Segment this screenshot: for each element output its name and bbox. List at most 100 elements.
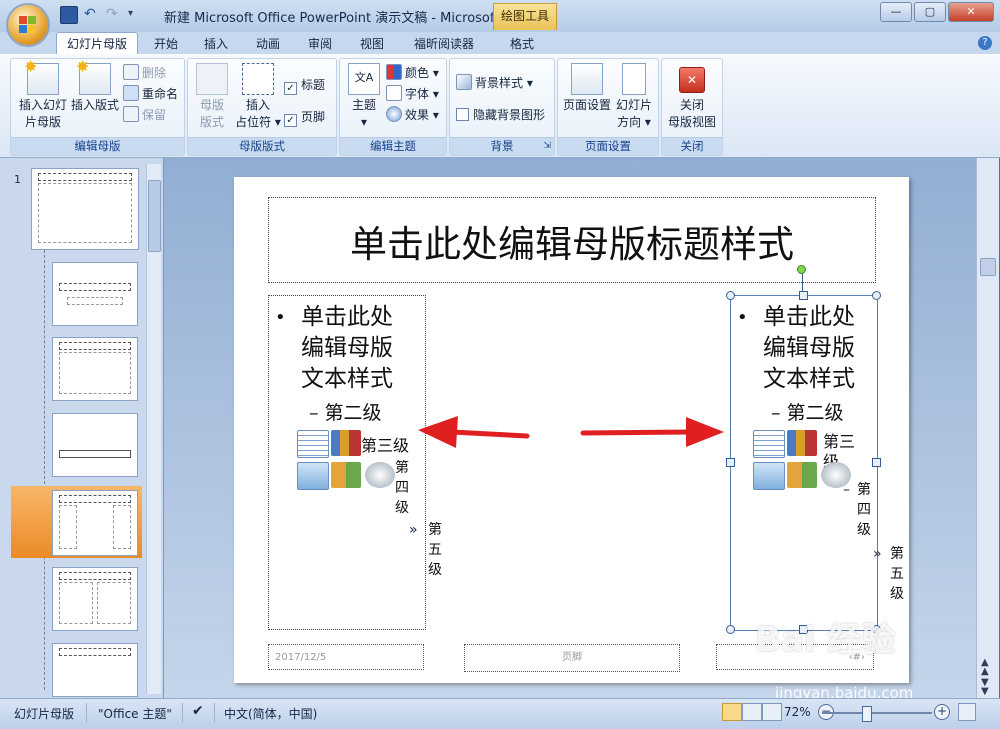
tab-format[interactable]: 格式: [500, 34, 544, 54]
level1-line: 单击此处: [301, 304, 393, 330]
insert-picture-icon[interactable]: [297, 462, 329, 490]
thumbnail-scrollbar-thumb[interactable]: [148, 180, 161, 252]
close-master-view-icon: ✕: [679, 67, 705, 93]
page-setup-button[interactable]: 页面设置: [562, 63, 612, 114]
layout-thumbnail[interactable]: [52, 413, 138, 477]
insert-media-icon[interactable]: [365, 462, 395, 488]
canvas-scrollbar[interactable]: ▲ ▲ ▼ ▼: [976, 158, 999, 698]
master-layout-label-1: 母版: [199, 98, 224, 112]
resize-handle-ne[interactable]: [872, 291, 881, 300]
zoom-slider-knob[interactable]: [862, 706, 872, 722]
insert-picture-icon[interactable]: [753, 462, 785, 490]
redo-icon[interactable]: ↷: [106, 6, 122, 22]
resize-handle-e[interactable]: [872, 458, 881, 467]
level5-text: 第 五 级: [426, 520, 444, 580]
rename-button[interactable]: 重命名: [123, 84, 178, 104]
bullet-icon: •: [737, 307, 748, 328]
next-slide-icon[interactable]: ▼ ▼: [981, 678, 989, 697]
master-thumbnail[interactable]: [31, 168, 139, 250]
slide-orientation-button[interactable]: 幻灯片 方向 ▾: [612, 63, 656, 131]
undo-icon[interactable]: ↶: [84, 6, 100, 22]
close-master-view-label-2: 母版视图: [667, 115, 716, 129]
slide-sorter-view-button[interactable]: [742, 703, 762, 721]
footer-checkbox[interactable]: ✓ 页脚: [284, 107, 325, 127]
slide-layout[interactable]: 单击此处编辑母版标题样式 • 单击此处 编辑母版 文本样式 – 第二级 第三级 …: [234, 177, 909, 683]
layout-thumbnail-selected[interactable]: [52, 490, 138, 556]
tab-view[interactable]: 视图: [352, 34, 392, 54]
slideshow-view-button[interactable]: [762, 703, 782, 721]
tab-foxit-reader[interactable]: 福昕阅读器: [404, 34, 484, 54]
resize-handle-sw[interactable]: [726, 625, 735, 634]
left-content-placeholder[interactable]: • 单击此处 编辑母版 文本样式 – 第二级 第三级 第 四 级 » 第 五 级: [268, 295, 442, 630]
tab-animations[interactable]: 动画: [248, 34, 288, 54]
help-icon[interactable]: ?: [978, 36, 992, 50]
layout-thumbnail[interactable]: [52, 567, 138, 631]
zoom-in-icon[interactable]: +: [934, 704, 950, 720]
status-view-name: 幻灯片母版: [14, 707, 75, 721]
theme-button[interactable]: 文A 主题 ▾: [344, 63, 384, 131]
resize-handle-nw[interactable]: [726, 291, 735, 300]
title-bar: ↶ ↷ ▾ 新建 Microsoft Office PowerPoint 演示文…: [0, 0, 1000, 32]
layout-thumbnail[interactable]: [52, 643, 138, 697]
insert-slide-master-label-2: 片母版: [24, 115, 61, 129]
layout-thumbnail[interactable]: [52, 337, 138, 401]
customize-qat-icon[interactable]: ▾: [128, 6, 144, 22]
master-layout-button[interactable]: 母版 版式: [192, 63, 232, 131]
office-button[interactable]: [8, 5, 48, 45]
insert-placeholder-button[interactable]: 插入 占位符 ▾: [232, 63, 284, 131]
minimize-button[interactable]: —: [880, 2, 912, 22]
close-master-view-button[interactable]: ✕ 关闭 母版视图: [664, 63, 720, 131]
tab-home[interactable]: 开始: [146, 34, 186, 54]
rotate-handle[interactable]: [797, 265, 806, 274]
rotate-handle-stem: [802, 273, 803, 291]
fonts-button[interactable]: 字体 ▾: [386, 84, 439, 104]
insert-chart-icon[interactable]: [787, 430, 817, 456]
zoom-slider-track[interactable]: [822, 712, 932, 714]
ribbon-tabs: 幻灯片母版 开始 插入 动画 审阅 视图 福昕阅读器 格式: [0, 32, 1000, 55]
insert-clipart-icon[interactable]: [787, 462, 817, 488]
background-styles-button[interactable]: 背景样式 ▾: [456, 73, 533, 93]
tab-review[interactable]: 审阅: [300, 34, 340, 54]
title-checkbox[interactable]: ✓ 标题: [284, 75, 325, 95]
insert-slide-master-button[interactable]: ✸ 插入幻灯 片母版: [15, 58, 71, 131]
spell-check-icon[interactable]: ✔: [192, 703, 204, 719]
insert-table-icon[interactable]: [297, 430, 329, 458]
thumbnail-scrollbar[interactable]: [146, 164, 161, 694]
date-placeholder[interactable]: 2017/12/5: [268, 644, 424, 670]
slide-orientation-label-1: 幻灯片: [615, 98, 652, 112]
title-check-icon: ✓: [284, 82, 297, 95]
preserve-button[interactable]: 保留: [123, 105, 166, 125]
save-icon[interactable]: [60, 6, 78, 24]
colors-button[interactable]: 颜色 ▾: [386, 63, 439, 83]
resize-handle-n[interactable]: [799, 291, 808, 300]
close-window-button[interactable]: ✕: [948, 2, 994, 22]
canvas-scrollbar-thumb[interactable]: [980, 258, 996, 276]
insert-table-icon[interactable]: [753, 430, 785, 458]
footer-placeholder[interactable]: 页脚: [464, 644, 680, 672]
background-dialog-launcher-icon[interactable]: ⇲: [543, 138, 551, 155]
prev-slide-icon[interactable]: ▲ ▲: [981, 658, 989, 677]
fit-to-window-icon[interactable]: [958, 703, 976, 721]
thumb-body-ph: [67, 297, 123, 305]
group-master-layout: 母版 版式 插入 占位符 ▾ ✓ 标题 ✓ 页脚 母版版式: [187, 58, 337, 156]
status-language[interactable]: 中文(简体，中国): [224, 705, 317, 722]
insert-clipart-icon[interactable]: [331, 462, 361, 488]
normal-view-button[interactable]: [722, 703, 742, 721]
level1-text: • 单击此处 编辑母版 文本样式: [275, 302, 393, 395]
effects-button[interactable]: 效果 ▾: [386, 105, 439, 125]
resize-handle-w[interactable]: [726, 458, 735, 467]
tab-slide-master[interactable]: 幻灯片母版: [56, 32, 138, 55]
theme-label: 主题: [351, 98, 376, 112]
insert-chart-icon[interactable]: [331, 430, 361, 456]
insert-layout-button[interactable]: ✸ 插入版式: [69, 58, 121, 114]
bullet-icon: •: [275, 307, 286, 328]
zoom-level[interactable]: 72%: [784, 705, 811, 719]
layout-thumbnail[interactable]: [52, 262, 138, 326]
title-placeholder[interactable]: 单击此处编辑母版标题样式: [268, 197, 876, 283]
maximize-button[interactable]: ▢: [914, 2, 946, 22]
right-content-placeholder-selected[interactable]: • 单击此处 编辑母版 文本样式 – 第二级 第三 级 – 第 四 级 » 第 …: [730, 295, 904, 631]
hide-background-checkbox[interactable]: 隐藏背景图形: [456, 105, 545, 125]
close-master-view-label-1: 关闭: [679, 98, 704, 112]
tab-insert[interactable]: 插入: [196, 34, 236, 54]
delete-button[interactable]: 删除: [123, 63, 166, 83]
